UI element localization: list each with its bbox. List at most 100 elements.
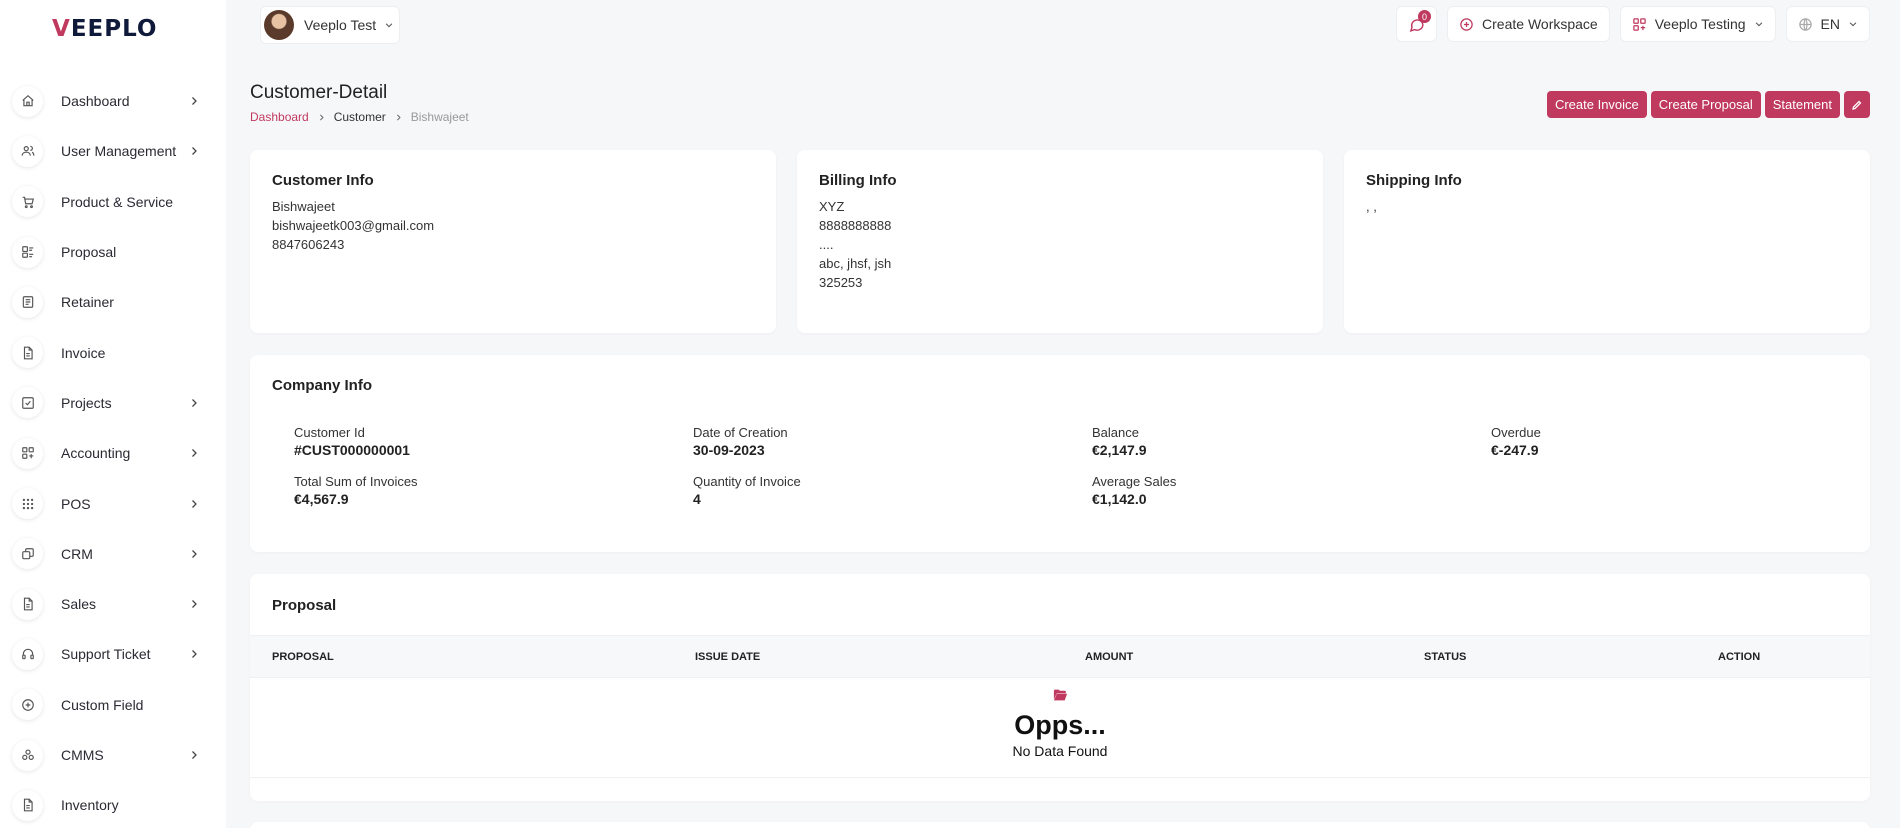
layout-grid-icon: [1632, 17, 1646, 31]
atom-icon: [12, 739, 43, 771]
proposal-table-header: PROPOSAL ISSUE DATE AMOUNT STATUS ACTION: [250, 635, 1870, 678]
stat-label: Balance: [1092, 425, 1139, 440]
billing-address: ....: [819, 237, 834, 252]
chevron-right-icon: [192, 398, 197, 407]
sidebar-item-sales[interactable]: Sales: [12, 579, 212, 629]
stat-quantity-invoice: Quantity of Invoice 4: [693, 473, 1092, 509]
sidebar-item-support-ticket[interactable]: Support Ticket: [12, 629, 212, 679]
sidebar-item-product-service[interactable]: Product & Service: [12, 177, 212, 227]
sidebar-item-user-management[interactable]: User Management: [12, 126, 212, 176]
stat-value: #CUST000000001: [294, 442, 410, 458]
create-proposal-button[interactable]: Create Proposal: [1650, 91, 1761, 118]
user-menu[interactable]: Veeplo Test: [260, 6, 400, 44]
create-workspace-button[interactable]: Create Workspace: [1447, 6, 1610, 42]
sidebar-item-inventory[interactable]: Inventory: [12, 780, 212, 828]
sidebar-item-label: Accounting: [61, 445, 131, 462]
sidebar-item-dashboard[interactable]: Dashboard: [12, 76, 212, 126]
language-label: EN: [1820, 16, 1840, 32]
breadcrumb-dashboard[interactable]: Dashboard: [250, 110, 309, 124]
home-icon: [12, 85, 43, 117]
sidebar-item-label: CMMS: [61, 747, 104, 763]
globe-icon: [1798, 17, 1812, 31]
stat-date-of-creation: Date of Creation 30-09-2023: [693, 424, 1092, 460]
sidebar-item-retainer[interactable]: Retainer: [12, 277, 212, 327]
card-title: Company Info: [272, 377, 372, 394]
breadcrumb: Dashboard Customer Bishwajeet: [250, 110, 469, 124]
breadcrumb-current: Bishwajeet: [410, 110, 469, 124]
sidebar-item-accounting[interactable]: Accounting: [12, 428, 212, 478]
card-title: Billing Info: [819, 172, 897, 189]
notification-badge: 0: [1418, 10, 1432, 23]
proposal-card: Proposal PROPOSAL ISSUE DATE AMOUNT STAT…: [250, 574, 1870, 801]
file-icon: [12, 337, 43, 369]
logo-mark: V: [52, 16, 71, 42]
next-section-card: [250, 822, 1870, 828]
empty-state: Opps... No Data Found: [250, 688, 1870, 759]
layout-grid-icon: [12, 437, 43, 469]
workspace-switcher[interactable]: Veeplo Testing: [1619, 6, 1776, 42]
column-header-amount[interactable]: AMOUNT: [1085, 651, 1133, 663]
pencil-icon: [1852, 100, 1862, 110]
sidebar-item-invoice[interactable]: Invoice: [12, 327, 212, 377]
workspace-name: Veeplo Testing: [1654, 16, 1746, 32]
empty-state-message: No Data Found: [1012, 743, 1108, 759]
sidebar-item-projects[interactable]: Projects: [12, 378, 212, 428]
chevron-right-icon: [192, 600, 197, 609]
create-invoice-button[interactable]: Create Invoice: [1546, 91, 1647, 118]
cart-icon: [12, 186, 43, 218]
stat-customer-id: Customer Id #CUST000000001: [294, 424, 693, 460]
sidebar-item-label: Retainer: [61, 294, 114, 311]
stat-value: 30-09-2023: [693, 442, 765, 458]
column-header-issue-date[interactable]: ISSUE DATE: [695, 651, 760, 663]
sidebar-item-proposal[interactable]: Proposal: [12, 227, 212, 277]
messages-button[interactable]: 0: [1396, 6, 1438, 42]
sidebar-item-label: POS: [61, 495, 91, 512]
sidebar-item-pos[interactable]: POS: [12, 478, 212, 528]
billing-city: abc, jhsf, jsh: [819, 256, 892, 271]
statement-button[interactable]: Statement: [1764, 91, 1840, 118]
column-header-proposal[interactable]: PROPOSAL: [272, 651, 334, 663]
shipping-address: , ,: [1366, 199, 1377, 214]
chevron-down-icon: [385, 23, 393, 28]
sidebar-item-label: Inventory: [61, 797, 119, 814]
grid-dots-icon: [12, 488, 43, 520]
customer-name: Bishwajeet: [272, 199, 335, 214]
chevron-down-icon: [1849, 22, 1857, 27]
topbar-actions: 0 Create Workspace Veeplo Testing EN: [1396, 6, 1870, 42]
billing-zip: 325253: [819, 275, 863, 290]
stat-value: €-247.9: [1491, 442, 1539, 458]
stat-value: 4: [693, 491, 701, 507]
chevron-right-icon: [192, 650, 197, 659]
column-header-status[interactable]: STATUS: [1424, 651, 1466, 663]
sidebar-item-label: Projects: [61, 394, 112, 411]
stat-overdue: Overdue €-247.9: [1491, 424, 1854, 460]
sidebar-item-custom-field[interactable]: Custom Field: [12, 680, 212, 730]
proposal-icon: [12, 236, 43, 268]
stat-total-sum-invoices: Total Sum of Invoices €4,567.9: [294, 473, 693, 509]
card-title: Proposal: [272, 597, 337, 614]
folder-open-icon: [1053, 689, 1068, 701]
sidebar-item-label: Invoice: [61, 344, 106, 361]
sidebar-item-cmms[interactable]: CMMS: [12, 730, 212, 780]
stat-value: €4,567.9: [294, 491, 349, 507]
headset-icon: [12, 638, 43, 670]
chevron-right-icon: [192, 751, 197, 759]
billing-info-card: Billing Info XYZ 8888888888 .... abc, jh…: [797, 150, 1323, 333]
column-header-action: ACTION: [1718, 651, 1761, 663]
sidebar-item-label: User Management: [61, 143, 177, 160]
sidebar-item-crm[interactable]: CRM: [12, 529, 212, 579]
stat-average-sales: Average Sales €1,142.0: [1092, 473, 1491, 509]
stat-label: Average Sales: [1092, 474, 1177, 489]
file-icon: [12, 588, 43, 620]
sidebar-nav: Dashboard User Management Product & Serv…: [12, 76, 212, 828]
language-switcher[interactable]: EN: [1785, 6, 1870, 42]
breadcrumb-customer[interactable]: Customer: [334, 110, 386, 124]
empty-state-title: Opps...: [1014, 710, 1106, 740]
company-stats: Customer Id #CUST000000001 Date of Creat…: [294, 424, 1854, 509]
plus-circle-icon: [1460, 17, 1473, 31]
chevron-right-icon: [192, 147, 197, 156]
stat-label: Overdue: [1491, 425, 1541, 440]
sidebar-item-label: Sales: [61, 596, 97, 613]
edit-button[interactable]: [1844, 91, 1870, 118]
veeplo-logo[interactable]: V EEPLO: [52, 14, 157, 44]
